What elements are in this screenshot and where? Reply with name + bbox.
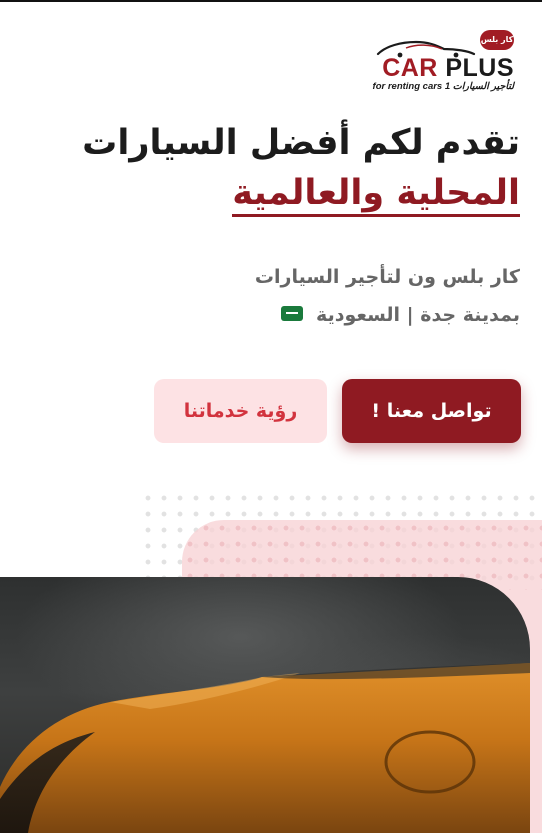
brand-logo[interactable]: كار بلس 1 CAR PLUS for renting cars 1 لت… [372,30,522,98]
subtitle-line-2: بمدينة جدة | السعودية [316,304,520,326]
view-services-button[interactable]: رؤية خدماتنا [154,379,327,443]
contact-us-button[interactable]: تواصل معنا ! [342,379,521,443]
headline-line-2: المحلية والعالمية [232,172,520,217]
hero-subtitle: كار بلس ون لتأجير السيارات بمدينة جدة | … [40,258,520,334]
hero-headline: تقدم لكم أفضل السيارات المحلية والعالمية [40,118,520,218]
subtitle-line-1: كار بلس ون لتأجير السيارات [254,266,520,288]
top-border [0,0,542,2]
orange-car-illustration [0,663,530,833]
logo-tagline: for renting cars 1 لتأجير السيارات [372,81,514,92]
logo-plus-word: PLUS [445,54,514,82]
hero-car-image [0,577,530,833]
logo-car-word: CAR [382,54,438,82]
logo-badge: كار بلس 1 [480,30,514,64]
logo-wordmark: CAR PLUS [372,54,514,82]
headline-line-1: تقدم لكم أفضل السيارات [82,123,520,163]
saudi-flag-icon [281,306,304,321]
